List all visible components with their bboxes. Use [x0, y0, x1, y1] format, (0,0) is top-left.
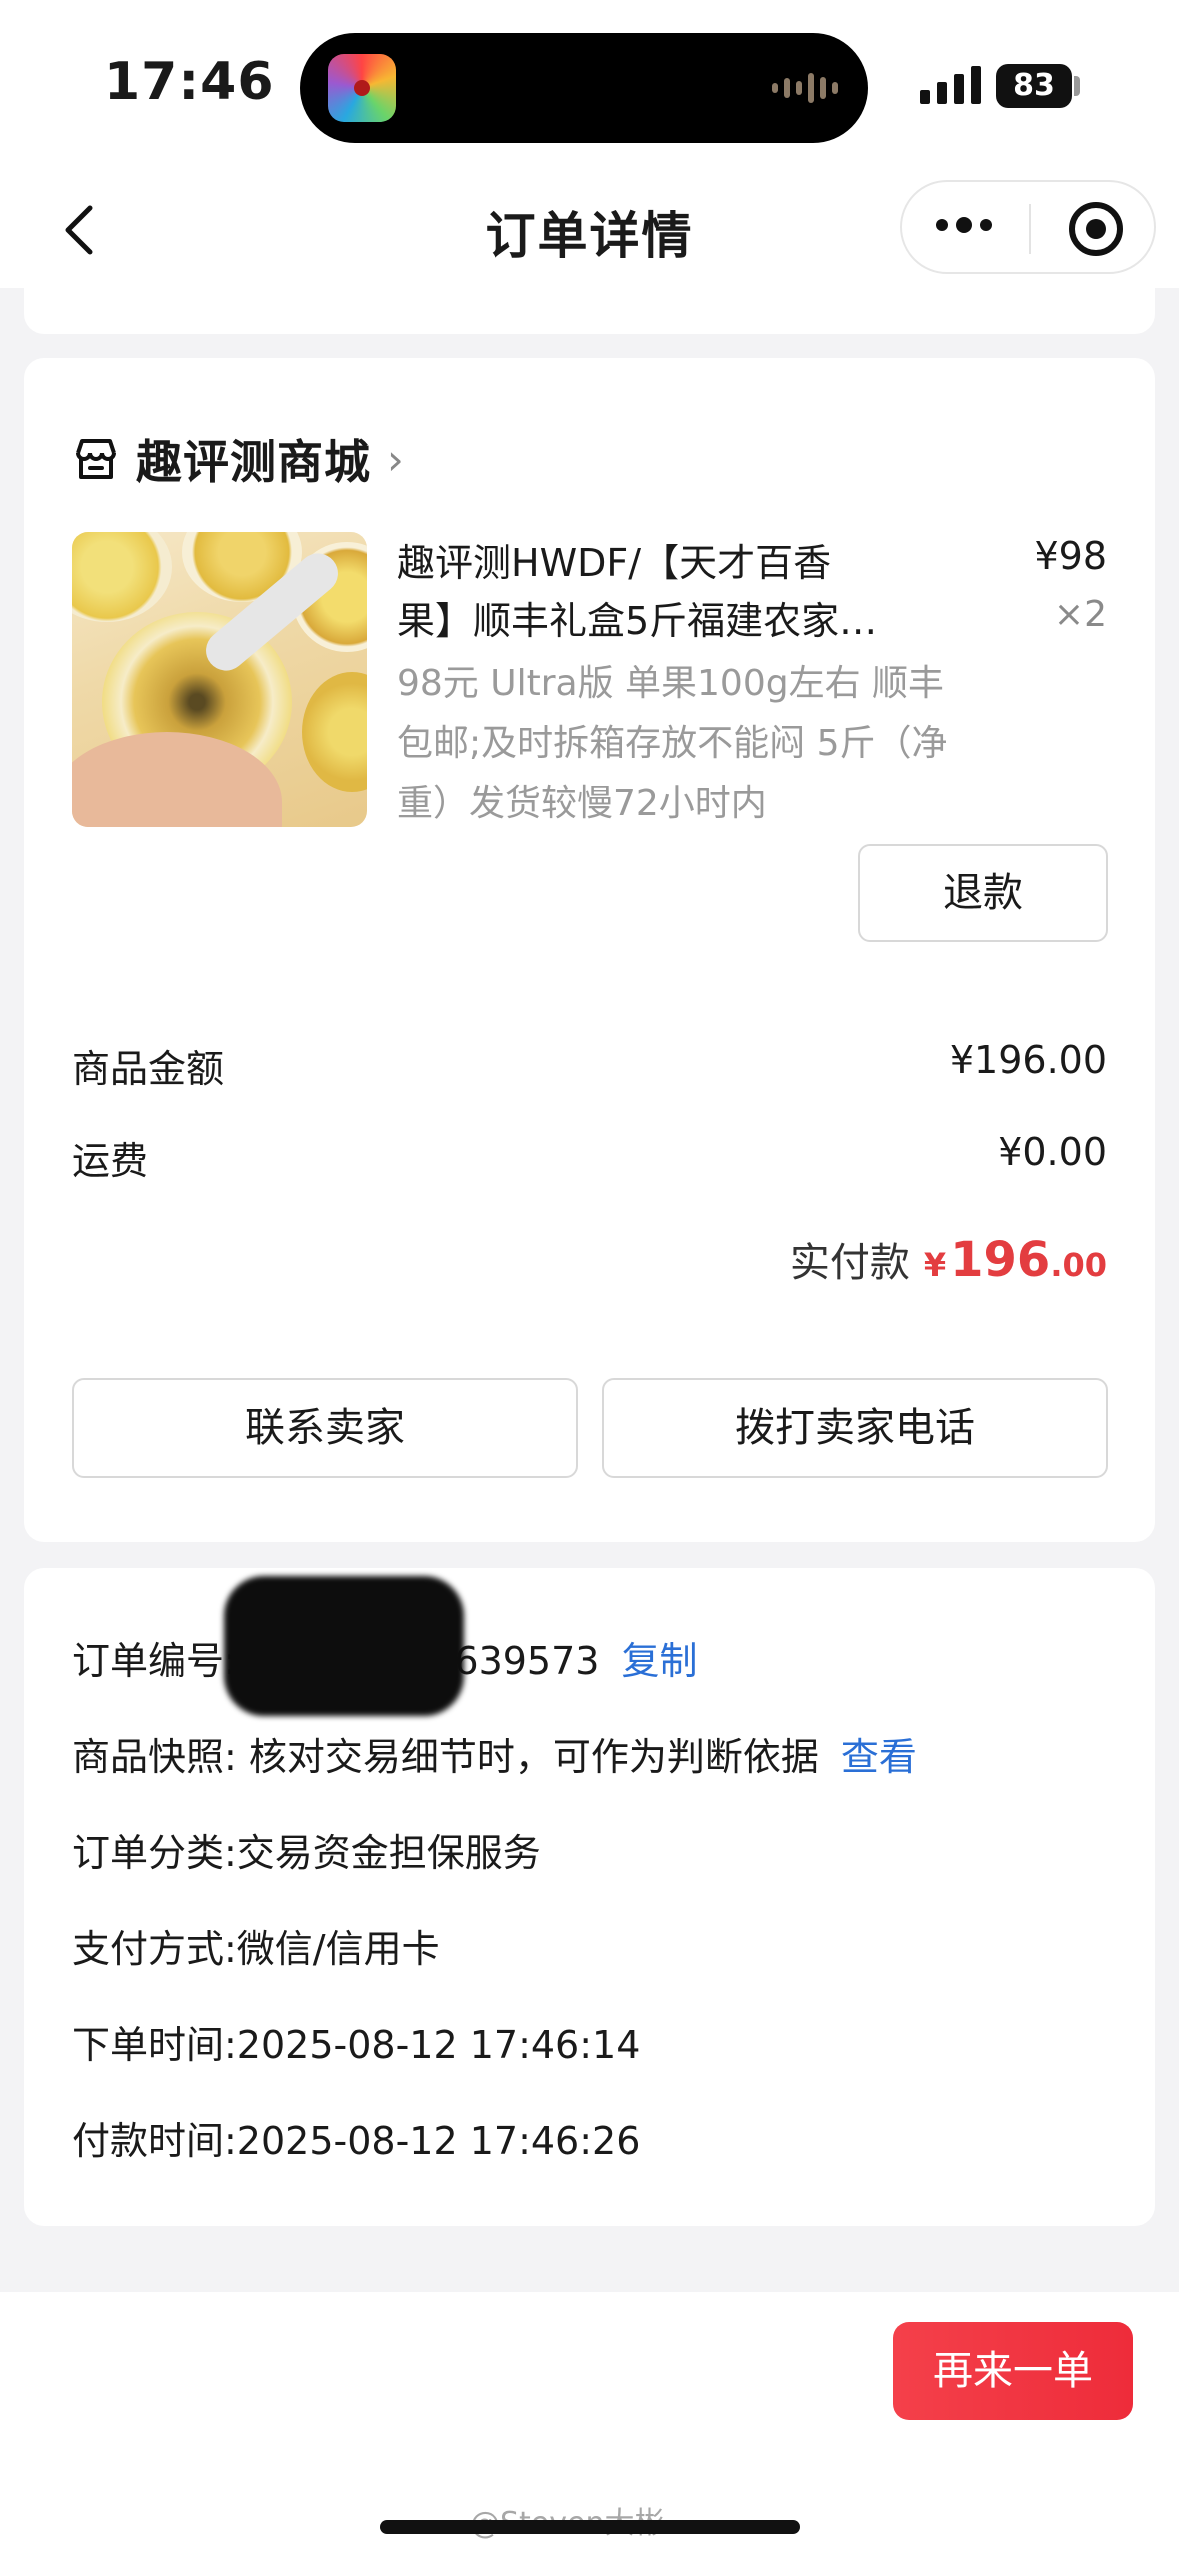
order-info-card: 订单编号:833475112639573复制 商品快照: 核对交易细节时，可作为… [24, 1568, 1155, 2226]
order-time: 下单时间:2025-08-12 17:46:14 [72, 2023, 641, 2067]
more-dots-icon[interactable] [936, 217, 992, 233]
contact-seller-button[interactable]: 联系卖家 [72, 1378, 578, 1478]
product-image[interactable] [72, 532, 367, 827]
music-app-icon[interactable] [328, 54, 396, 122]
shop-name: 趣评测商城 [136, 435, 371, 489]
copy-link[interactable]: 复制 [621, 1639, 697, 1683]
close-miniapp-icon[interactable] [1069, 202, 1123, 256]
product-title-line2: 果】顺丰礼盒5斤福建农家… [397, 599, 878, 643]
status-bar: 17:46 83 [0, 0, 1179, 170]
order-number-label: 订单编号: [72, 1639, 237, 1683]
miniapp-capsule [900, 180, 1156, 274]
audio-wave-icon [772, 71, 838, 105]
product-spec: 98元 Ultra版 单果100g左右 顺丰包邮;及时拆箱存放不能闷 5斤（净重… [397, 663, 948, 824]
home-indicator[interactable] [380, 2520, 800, 2534]
paid-label: 实付款 [789, 1240, 910, 1286]
reorder-button[interactable]: 再来一单 [893, 2322, 1133, 2420]
payment-method: 支付方式:微信/信用卡 [72, 1927, 440, 1971]
goods-amount-label: 商品金额 [72, 1047, 225, 1091]
bottom-bar: 再来一单 @Steven大彬 [0, 2292, 1179, 2556]
paid-currency: ¥ [923, 1246, 947, 1284]
call-seller-button[interactable]: 拨打卖家电话 [602, 1378, 1108, 1478]
shipping-value: ¥0.00 [998, 1130, 1107, 1174]
order-card: 趣评测商城 › 趣评测HWDF/【天才百香 果】顺丰礼盒5斤福建农家… 98元 … [24, 358, 1155, 1542]
battery-tip [1074, 76, 1080, 96]
dynamic-island [300, 33, 868, 143]
product-title-line1: 趣评测HWDF/【天才百香 [397, 541, 832, 585]
store-icon [76, 439, 116, 479]
paid-integer: 196 [950, 1232, 1051, 1288]
status-time: 17:46 [104, 52, 275, 112]
product-quantity: ×2 [1053, 594, 1107, 635]
refund-button[interactable]: 退款 [858, 844, 1108, 942]
pay-time: 付款时间:2025-08-12 17:46:26 [72, 2119, 641, 2163]
product-title[interactable]: 趣评测HWDF/【天才百香 果】顺丰礼盒5斤福建农家… [397, 534, 977, 650]
snapshot-text: 商品快照: 核对交易细节时，可作为判断依据 [72, 1735, 819, 1779]
product-price: ¥98 [1034, 534, 1107, 578]
cellular-signal-icon [920, 66, 981, 104]
snapshot-view-link[interactable]: 查看 [841, 1735, 917, 1779]
paid-amount: 实付款 ¥ 196 .00 [790, 1230, 1107, 1288]
shipping-label: 运费 [72, 1139, 149, 1183]
redaction-mark [224, 1576, 464, 1716]
goods-amount-value: ¥196.00 [949, 1038, 1107, 1082]
battery-icon: 83 [996, 64, 1072, 108]
capsule-divider [1029, 204, 1031, 254]
order-category: 订单分类:交易资金担保服务 [72, 1831, 541, 1875]
snapshot-row: 商品快照: 核对交易细节时，可作为判断依据 查看 [72, 1726, 917, 1781]
shop-header[interactable]: 趣评测商城 › [72, 426, 404, 492]
previous-card [24, 288, 1155, 334]
chevron-right-icon: › [387, 434, 404, 484]
paid-decimal: .00 [1050, 1246, 1107, 1284]
nav-bar: 订单详情 [0, 170, 1179, 288]
